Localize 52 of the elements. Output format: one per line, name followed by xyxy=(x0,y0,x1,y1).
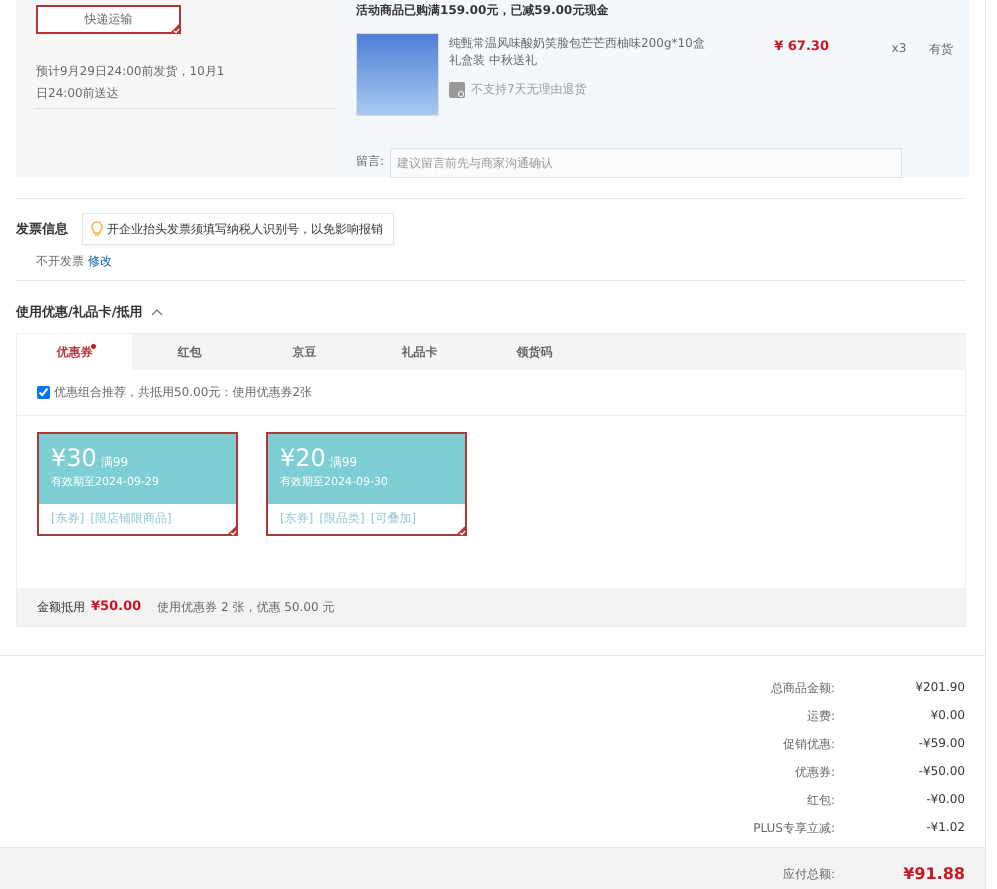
invoice-title: 发票信息 xyxy=(16,221,68,238)
payable-amount: ¥91.88 xyxy=(902,864,965,883)
coupon-tag: [限品类] xyxy=(319,510,365,527)
coupon-tag: [东券] xyxy=(280,510,314,527)
recommend-checkbox[interactable] xyxy=(37,386,50,399)
total-label: 总商品金额: xyxy=(770,680,835,697)
invoice-tip-text: 开企业抬头发票须填写纳税人识别号，以免影响报销 xyxy=(107,220,383,238)
coupon-validity: 有效期至2024-09-30 xyxy=(280,474,389,489)
total-label: 红包: xyxy=(806,792,835,809)
total-label: 促销优惠: xyxy=(782,736,835,753)
message-field[interactable]: 建议留言前先与商家沟通确认 xyxy=(390,148,902,178)
deduction-amount: ¥50.00 xyxy=(91,598,142,616)
coupon-validity: 有效期至2024-09-29 xyxy=(51,474,160,489)
coupon-tag: [东券] xyxy=(51,510,84,527)
product-quantity: x3 xyxy=(890,41,908,55)
total-value: -¥0.00 xyxy=(925,792,965,808)
total-value: -¥59.00 xyxy=(918,736,965,752)
deduction-detail: 使用优惠券 2 张，优惠 50.00 元 xyxy=(157,598,334,616)
coupon-condition: 满99 xyxy=(330,455,358,469)
invoice-value: 不开发票 xyxy=(36,253,84,270)
payable-label: 应付总额: xyxy=(782,866,835,883)
stock-status: 有货 xyxy=(929,41,954,58)
total-value: -¥1.02 xyxy=(925,820,965,836)
chevron-icon xyxy=(150,308,162,316)
recommend-label: 优惠组合推荐，共抵用50.00元：使用优惠券2张 xyxy=(54,384,312,401)
discount-tab[interactable]: 礼品卡 xyxy=(362,334,477,370)
discount-tab[interactable]: 京豆 xyxy=(247,334,362,370)
coupon-condition: 满99 xyxy=(100,455,128,469)
coupon-tag: [可叠加] xyxy=(370,510,416,527)
discount-tab[interactable]: 领货码 xyxy=(477,334,592,370)
coupon-amount: ¥30 xyxy=(51,444,97,472)
no-return-icon xyxy=(449,82,465,98)
coupon-tag: [限店铺限商品] xyxy=(90,510,172,527)
delivery-option[interactable]: 快递运输 xyxy=(36,5,181,34)
total-label: 优惠券: xyxy=(794,764,835,781)
coupon-amount: ¥20 xyxy=(280,444,326,472)
total-label: PLUS专享立减: xyxy=(752,820,835,837)
discount-tab[interactable]: 红包 xyxy=(132,334,247,370)
deduction-label: 金额抵用 xyxy=(37,598,85,616)
total-value: -¥50.00 xyxy=(918,764,965,780)
discounts-toggle[interactable]: 使用优惠/礼品卡/抵用 xyxy=(16,303,162,321)
total-label: 运费: xyxy=(806,708,835,725)
discount-tab[interactable]: 优惠券 xyxy=(17,334,132,370)
edit-invoice-link[interactable]: 修改 xyxy=(88,253,112,270)
product-price: ¥ 67.30 xyxy=(773,39,829,54)
promotion-note: 活动商品已购满159.00元，已减59.00元现金 xyxy=(356,2,610,19)
return-policy: 不支持7天无理由退货 xyxy=(471,81,587,98)
total-value: ¥0.00 xyxy=(930,708,965,724)
lightbulb-icon xyxy=(91,221,103,237)
total-value: ¥201.90 xyxy=(914,680,965,696)
product-title[interactable]: 纯甄常温风味酸奶笑脸包芒芒西柚味200g*10盒礼盒装 中秋送礼 xyxy=(449,35,709,69)
message-label: 留言: xyxy=(356,153,384,170)
